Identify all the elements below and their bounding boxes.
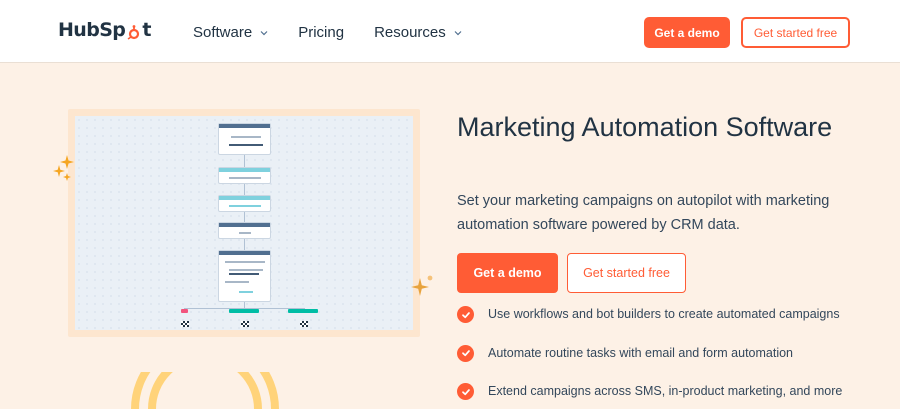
header-start-free-button[interactable]: Get started free — [741, 17, 850, 48]
main-nav: Software Pricing Resources — [193, 24, 492, 41]
nav-label: Software — [193, 24, 253, 41]
hubspot-logo[interactable]: HubSp t — [58, 19, 151, 41]
nav-item-software[interactable]: Software — [193, 24, 268, 41]
workflow-branch-pill — [288, 309, 318, 313]
feature-text: Extend campaigns across SMS, in-product … — [488, 384, 843, 398]
list-item: Use workflows and bot builders to create… — [457, 304, 842, 343]
end-flag-icon — [241, 321, 249, 327]
workflow-screenshot — [75, 116, 413, 330]
sprocket-icon — [126, 23, 141, 40]
decorative-arc — [131, 372, 279, 409]
checkmark-icon — [457, 383, 474, 400]
checkmark-icon — [457, 344, 474, 362]
workflow-branch-pill — [181, 309, 188, 313]
feature-list: Use workflows and bot builders to create… — [457, 304, 842, 409]
sparkle-icon — [411, 275, 433, 296]
end-flag-icon — [300, 321, 308, 327]
chevron-down-icon — [454, 30, 462, 35]
workflow-trigger-card — [218, 123, 271, 155]
feature-text: Automate routine tasks with email and fo… — [488, 345, 794, 360]
page-title: Marketing Automation Software — [457, 112, 833, 142]
sparkle-icon — [53, 155, 74, 181]
hero-start-free-button[interactable]: Get started free — [567, 253, 686, 293]
logo-text-left: HubSp — [58, 19, 126, 41]
nav-label: Pricing — [298, 24, 345, 41]
checkmark-icon — [457, 306, 474, 323]
list-item: Automate routine tasks with email and fo… — [457, 343, 842, 382]
workflow-step-card — [218, 167, 271, 184]
workflow-delay-card — [218, 222, 271, 239]
hero-subtitle: Set your marketing campaigns on autopilo… — [457, 193, 830, 233]
workflow-branch-card — [218, 250, 271, 302]
site-header: HubSp t Software Pricing Resources Get a… — [0, 0, 900, 63]
workflow-step-card — [218, 195, 271, 212]
chevron-down-icon — [260, 30, 268, 35]
nav-item-resources[interactable]: Resources — [374, 24, 462, 41]
nav-label: Resources — [374, 24, 446, 41]
hero-demo-button[interactable]: Get a demo — [457, 253, 558, 293]
list-item: Extend campaigns across SMS, in-product … — [457, 381, 842, 409]
logo-text-right: t — [142, 19, 151, 41]
nav-item-pricing[interactable]: Pricing — [298, 24, 344, 41]
feature-text: Use workflows and bot builders to create… — [488, 307, 840, 321]
header-demo-button[interactable]: Get a demo — [644, 17, 730, 48]
workflow-branch-pill — [229, 309, 259, 313]
end-flag-icon — [181, 321, 189, 327]
